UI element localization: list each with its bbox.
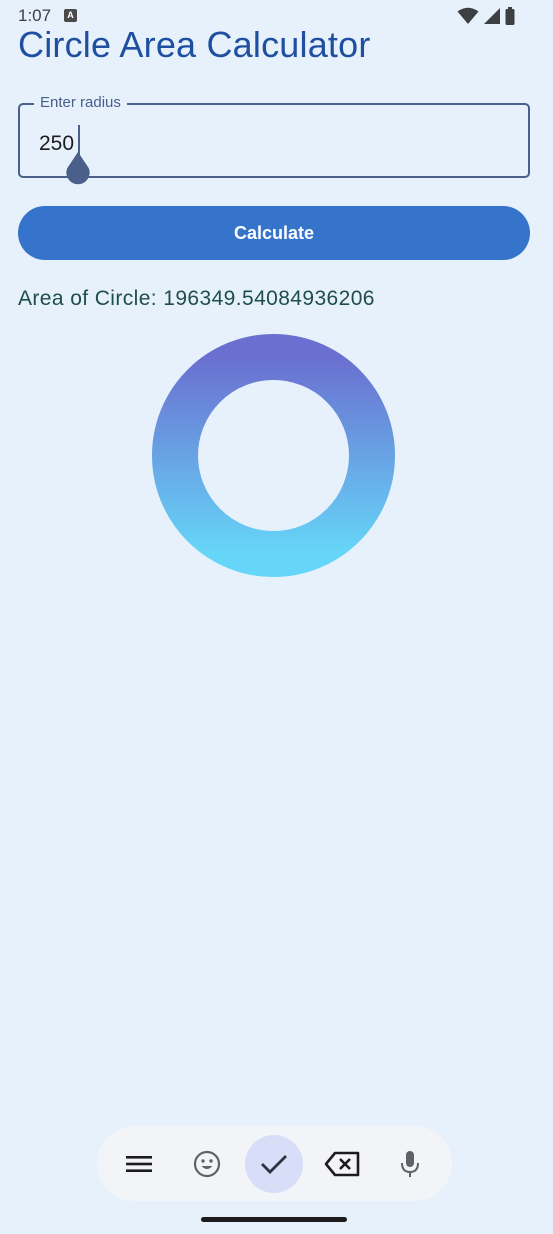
- cursor-handle-icon[interactable]: [64, 152, 92, 186]
- backspace-button[interactable]: [313, 1135, 371, 1193]
- emoji-icon: [193, 1150, 220, 1177]
- circle-ring-visual: [152, 334, 395, 577]
- status-icons: [457, 7, 515, 25]
- radius-input[interactable]: [39, 131, 499, 157]
- calculate-button[interactable]: Calculate: [18, 206, 530, 260]
- menu-button[interactable]: [110, 1135, 168, 1193]
- menu-icon: [125, 1155, 152, 1172]
- home-indicator[interactable]: [201, 1217, 347, 1222]
- check-icon: [261, 1154, 288, 1174]
- keyboard-toolbar: [97, 1126, 452, 1201]
- notification-a-icon: A: [64, 9, 77, 22]
- done-button[interactable]: [245, 1134, 304, 1193]
- battery-icon: [505, 7, 515, 25]
- radius-field-label: Enter radius: [34, 94, 127, 111]
- emoji-button[interactable]: [178, 1135, 236, 1193]
- radius-field[interactable]: Enter radius: [18, 94, 530, 178]
- backspace-icon: [324, 1151, 360, 1176]
- wifi-icon: [457, 7, 479, 24]
- page-title: Circle Area Calculator: [18, 24, 371, 65]
- status-time: 1:07: [18, 6, 52, 25]
- voice-input-button[interactable]: [381, 1135, 439, 1193]
- area-result: Area of Circle: 196349.54084936206: [18, 287, 375, 310]
- signal-icon: [484, 8, 500, 24]
- microphone-icon: [401, 1150, 420, 1177]
